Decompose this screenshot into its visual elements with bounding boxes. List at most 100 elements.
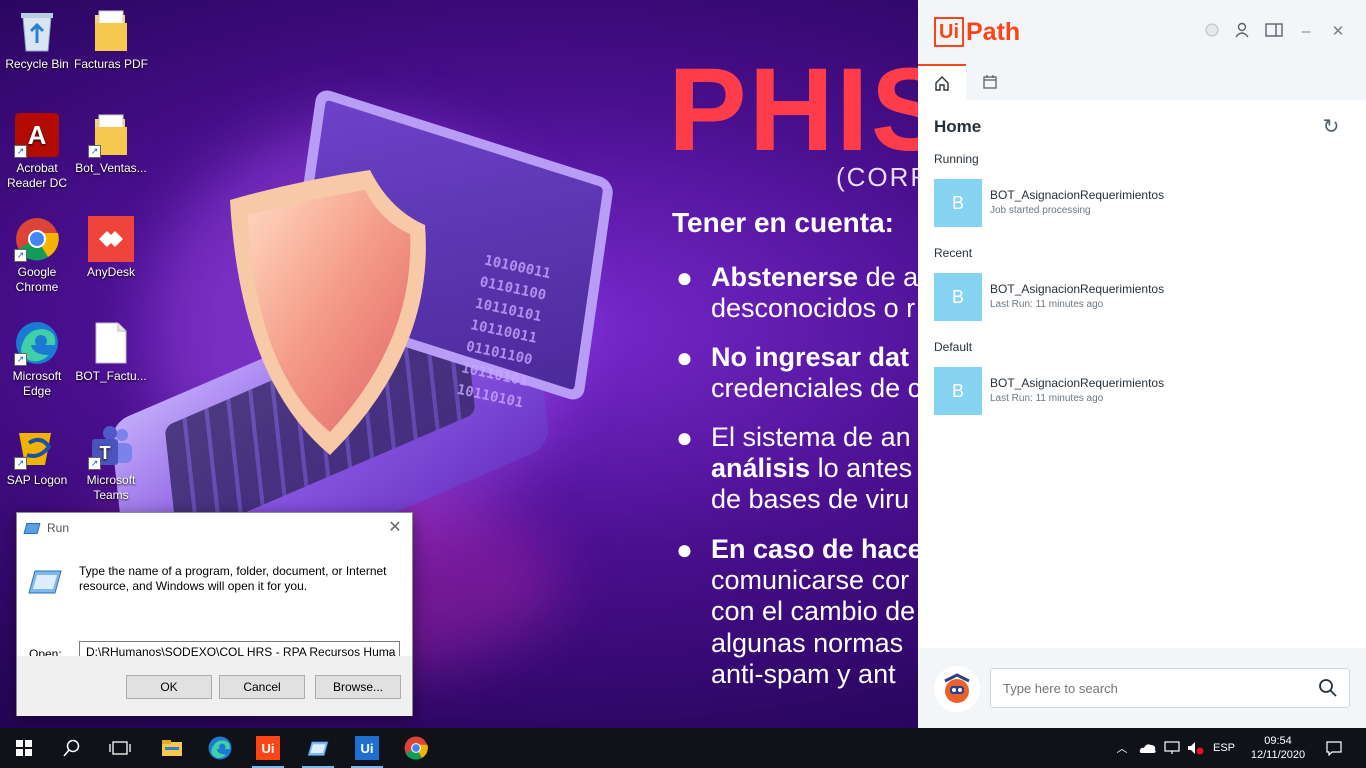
- taskbar-uipath-studio[interactable]: Ui: [343, 728, 391, 768]
- run-titlebar[interactable]: Run: [17, 513, 412, 543]
- wallpaper-line: No ingresar dat: [711, 342, 910, 372]
- desktop-icon-chrome[interactable]: ↗ Google Chrome: [0, 216, 74, 295]
- close-icon[interactable]: ✕: [1328, 22, 1348, 42]
- desktop-icon-bot-factu[interactable]: BOT_Factu...: [74, 320, 148, 384]
- dock-panel-icon[interactable]: [1264, 22, 1284, 42]
- desktop-icon-sap-logon[interactable]: ↗ SAP Logon: [0, 424, 74, 488]
- refresh-icon[interactable]: ↻: [1320, 116, 1342, 138]
- desktop-icon-recycle-bin[interactable]: Recycle Bin: [0, 8, 74, 72]
- process-avatar: B: [934, 179, 982, 227]
- run-footer: OK Cancel Browse...: [17, 656, 412, 716]
- taskbar-run[interactable]: [294, 728, 342, 768]
- process-name: BOT_AsignacionRequerimientos: [990, 376, 1165, 390]
- process-avatar: B: [934, 367, 982, 415]
- bullet-dot: ●: [676, 262, 693, 293]
- user-icon[interactable]: [1232, 22, 1252, 42]
- taskbar-chrome[interactable]: [392, 728, 440, 768]
- clock[interactable]: 09:54 12/11/2020: [1240, 728, 1316, 768]
- close-icon[interactable]: ✕: [384, 518, 406, 538]
- browse-button[interactable]: Browse...: [315, 675, 401, 699]
- network-icon[interactable]: [1160, 728, 1184, 768]
- bullet-dot: ●: [676, 342, 693, 373]
- shortcut-arrow-icon: ↗: [88, 145, 101, 158]
- uipath-tabs: [918, 64, 1014, 100]
- task-view-icon: [109, 741, 131, 755]
- acrobat-icon: A ↗: [14, 112, 60, 158]
- process-item[interactable]: B BOT_AsignacionRequerimientos Last Run:…: [934, 273, 1334, 321]
- search-icon: [63, 739, 80, 757]
- desktop-icon-acrobat[interactable]: A ↗ Acrobat Reader DC: [0, 112, 74, 191]
- shortcut-arrow-icon: ↗: [14, 353, 27, 366]
- chevron-up-icon[interactable]: ︿: [1110, 728, 1134, 768]
- bullet-dot: ●: [676, 534, 693, 565]
- uipath-studio-icon: Ui: [355, 736, 379, 760]
- shield-icon: [230, 170, 426, 455]
- chrome-icon: ↗: [14, 216, 60, 262]
- process-item[interactable]: B BOT_AsignacionRequerimientos Last Run:…: [934, 367, 1334, 415]
- shortcut-arrow-icon: ↗: [88, 457, 101, 470]
- bullet-dot: ●: [676, 422, 693, 453]
- chrome-icon: [404, 736, 428, 760]
- minimize-icon[interactable]: –: [1296, 22, 1316, 42]
- desktop-icon-teams[interactable]: T ↗ Microsoft Teams: [74, 424, 148, 503]
- status-icon[interactable]: [1202, 22, 1222, 42]
- uipath-assistant-panel: Ui Path – ✕ Home ↻ Running B BOT_Asignac…: [918, 0, 1366, 728]
- sap-icon: ↗: [14, 424, 60, 470]
- search-button[interactable]: [48, 728, 96, 768]
- run-icon: [307, 741, 329, 756]
- clock-time: 09:54: [1264, 735, 1292, 747]
- run-title: Run: [47, 521, 70, 535]
- process-avatar: B: [934, 273, 982, 321]
- robot-avatar-icon[interactable]: [934, 666, 980, 712]
- wallpaper-line: En caso de hace: [711, 534, 923, 564]
- tab-home[interactable]: [918, 64, 966, 100]
- windows-icon: [16, 740, 32, 756]
- wallpaper-line: algunas normas: [711, 628, 904, 658]
- home-icon: [935, 76, 949, 91]
- taskbar-uipath-assistant[interactable]: Ui: [244, 728, 292, 768]
- wallpaper-line: El sistema de an: [711, 422, 911, 452]
- onedrive-icon[interactable]: [1136, 728, 1160, 768]
- search-icon[interactable]: [1318, 678, 1338, 698]
- process-status: Last Run: 11 minutes ago: [990, 393, 1104, 404]
- process-item[interactable]: B BOT_AsignacionRequerimientos Job start…: [934, 179, 1334, 227]
- svg-text:T: T: [100, 443, 111, 463]
- folder-icon: [88, 8, 134, 54]
- wallpaper-line: Abstenerse de a: [711, 262, 919, 292]
- wallpaper-line: análisis lo antes: [711, 453, 913, 483]
- search-input[interactable]: [990, 668, 1350, 708]
- wallpaper-line: de bases de viru: [711, 484, 910, 514]
- tab-calendar[interactable]: [966, 64, 1014, 100]
- cancel-button[interactable]: Cancel: [219, 675, 305, 699]
- calendar-icon: [983, 75, 997, 89]
- desktop-icon-facturas-pdf[interactable]: Facturas PDF: [74, 8, 148, 72]
- desktop-icon-edge[interactable]: ↗ Microsoft Edge: [0, 320, 74, 399]
- notifications-icon[interactable]: [1318, 728, 1350, 768]
- uipath-assistant-icon: Ui: [256, 736, 280, 760]
- taskbar-edge[interactable]: [196, 728, 244, 768]
- task-view-button[interactable]: [96, 728, 144, 768]
- uipath-header: Ui Path – ✕: [918, 0, 1366, 100]
- desktop-icon-anydesk[interactable]: AnyDesk: [74, 216, 148, 280]
- wallpaper-subtitle: (CORR: [836, 162, 932, 192]
- wallpaper-line: comunicarse cor: [711, 565, 910, 595]
- ok-button[interactable]: OK: [126, 675, 212, 699]
- volume-muted-icon[interactable]: [1184, 728, 1208, 768]
- process-status: Last Run: 11 minutes ago: [990, 299, 1104, 310]
- wallpaper-line: credenciales de c: [711, 373, 922, 403]
- wallpaper-line: anti-spam y ant: [711, 659, 896, 689]
- teams-icon: T ↗: [88, 424, 134, 470]
- process-status: Job started processing: [990, 205, 1091, 216]
- language-indicator[interactable]: ESP: [1208, 728, 1240, 768]
- taskbar: Ui Ui ︿ ESP 09:54 12/11/2020: [0, 728, 1366, 768]
- section-label-default: Default: [934, 340, 973, 354]
- shortcut-arrow-icon: ↗: [14, 249, 27, 262]
- start-button[interactable]: [0, 728, 48, 768]
- desktop-icon-bot-ventas[interactable]: ↗ Bot_Ventas...: [74, 112, 148, 176]
- taskbar-file-explorer[interactable]: [148, 728, 196, 768]
- wallpaper-title: PHIS: [668, 44, 952, 176]
- shortcut-arrow-icon: ↗: [14, 145, 27, 158]
- run-icon: [23, 522, 41, 534]
- process-name: BOT_AsignacionRequerimientos: [990, 188, 1165, 202]
- process-name: BOT_AsignacionRequerimientos: [990, 282, 1165, 296]
